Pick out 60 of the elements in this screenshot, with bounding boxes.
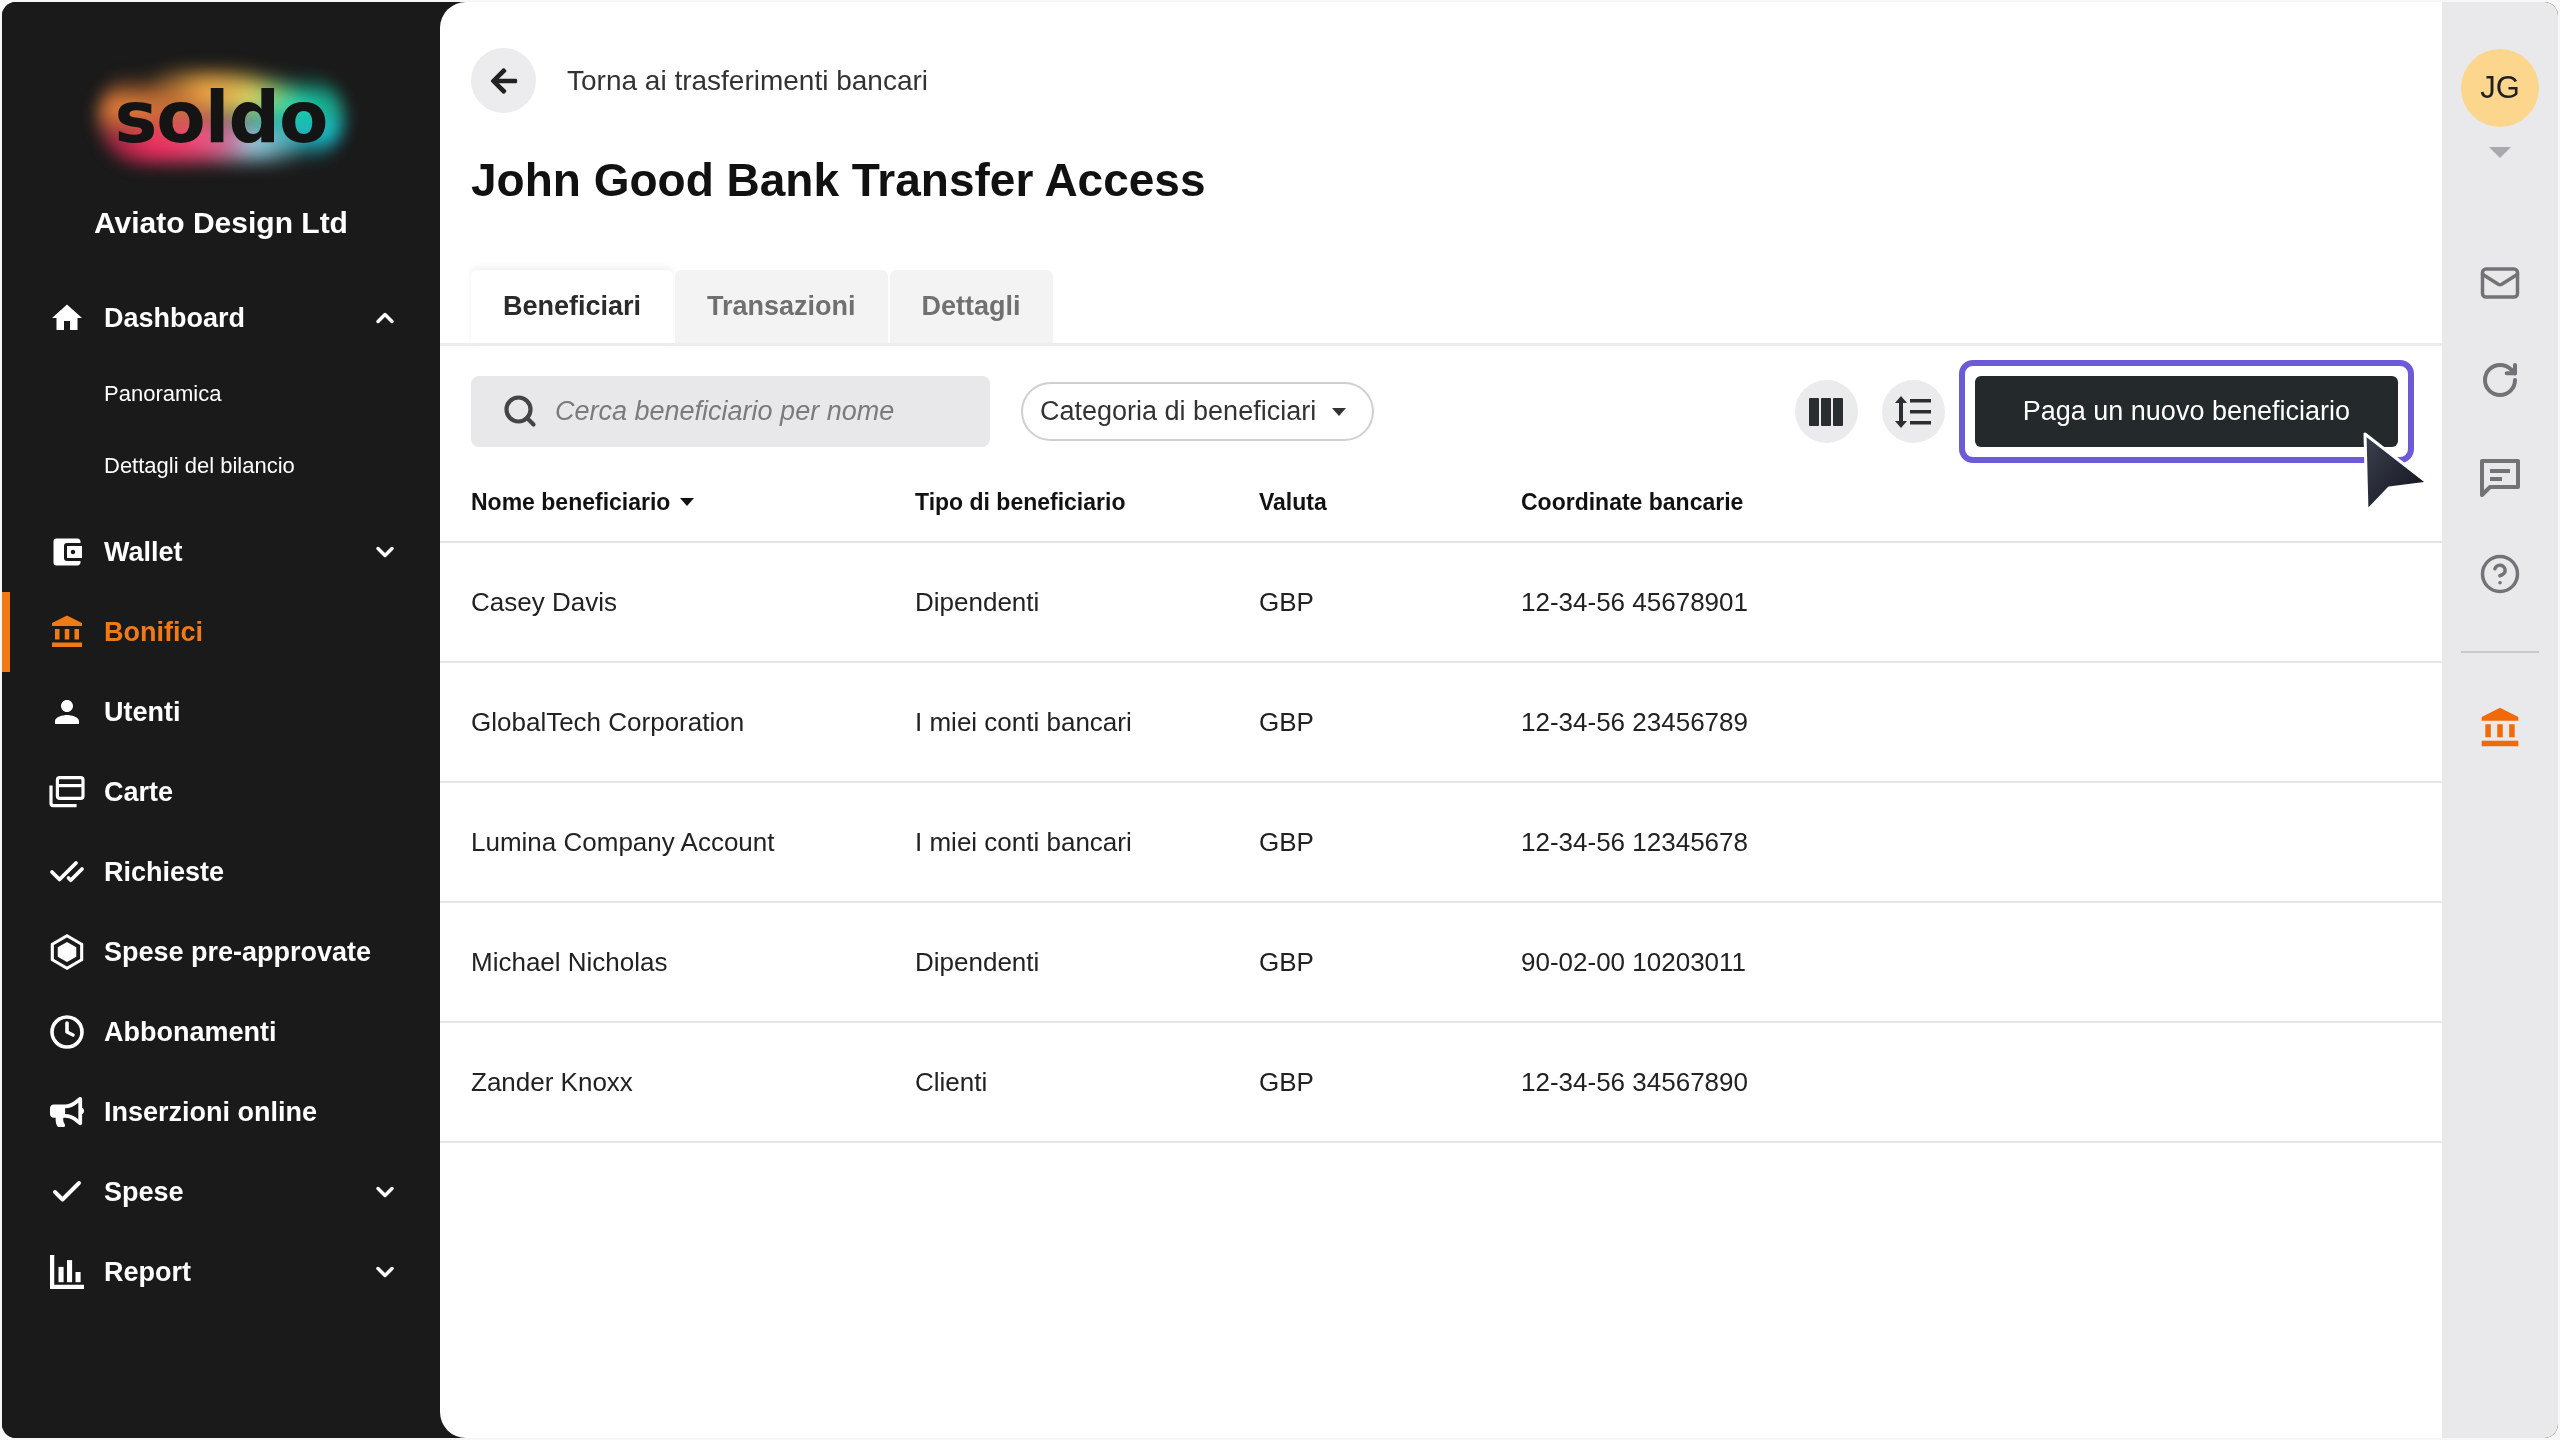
sidebar-item[interactable]: Report xyxy=(2,1232,440,1312)
table-cell: 12-34-56 34567890 xyxy=(1521,1066,1748,1098)
table-cell: GBP xyxy=(1259,1066,1314,1098)
clock-icon xyxy=(49,1013,85,1051)
megaphone-icon xyxy=(50,1095,84,1129)
sidebar-item[interactable]: Utenti xyxy=(2,672,440,752)
help-icon[interactable] xyxy=(2479,553,2521,595)
table-cell: Clienti xyxy=(915,1066,988,1098)
tab[interactable]: Dettagli xyxy=(889,270,1053,343)
caret-icon xyxy=(1332,407,1347,416)
table-cell: GBP xyxy=(1259,826,1314,858)
sidebar-item[interactable]: Dashboard xyxy=(2,278,440,358)
column-header[interactable]: Coordinate bancarie xyxy=(1521,488,1744,516)
category-dropdown[interactable]: Categoria di beneficiari xyxy=(1021,382,1375,441)
company-name: Aviato Design Ltd xyxy=(94,206,348,240)
sidebar-subitem[interactable]: Panoramica xyxy=(2,358,440,430)
bar-chart-icon xyxy=(50,1255,84,1289)
page-title: John Good Bank Transfer Access xyxy=(471,153,1207,208)
table-cell: Lumina Company Account xyxy=(471,826,775,858)
column-header[interactable]: Nome beneficiario xyxy=(471,488,695,516)
table-cell: Zander Knoxx xyxy=(471,1066,633,1098)
table-cell: Dipendenti xyxy=(915,946,1040,978)
search-icon xyxy=(502,393,538,429)
table-cell: GBP xyxy=(1259,706,1314,738)
table-cell: Casey Davis xyxy=(471,586,617,618)
chat-icon[interactable] xyxy=(2480,457,2520,497)
search-field[interactable]: Cerca beneficiario per nome xyxy=(471,376,990,447)
table-cell: 12-34-56 23456789 xyxy=(1521,706,1748,738)
refresh-icon[interactable] xyxy=(2480,360,2520,400)
line-spacing-icon xyxy=(1895,395,1932,428)
sidebar-subitem[interactable]: Dettagli del bilancio xyxy=(2,430,440,502)
pay-new-beneficiary-button[interactable]: Paga un nuovo beneficiario xyxy=(1974,376,2398,447)
sidebar-item[interactable]: Inserzioni online xyxy=(2,1072,440,1152)
sidebar-item[interactable]: Abbonamenti xyxy=(2,992,440,1072)
sort-caret-icon xyxy=(680,498,695,506)
user-avatar[interactable]: JG xyxy=(2461,49,2539,127)
column-header[interactable]: Valuta xyxy=(1259,488,1327,516)
table-cell: I miei conti bancari xyxy=(915,826,1132,858)
table-cell: GBP xyxy=(1259,946,1314,978)
table-cell: 12-34-56 45678901 xyxy=(1521,586,1748,618)
arrow-left-icon xyxy=(488,65,519,96)
table-cell: Dipendenti xyxy=(915,586,1040,618)
column-header[interactable]: Tipo di beneficiario xyxy=(915,488,1126,516)
sidebar-item[interactable]: Wallet xyxy=(2,512,440,592)
tab[interactable]: Transazioni xyxy=(675,270,888,343)
table-cell: I miei conti bancari xyxy=(915,706,1132,738)
sidebar-item[interactable]: Spese pre-approvate xyxy=(2,912,440,992)
sidebar-item[interactable]: Spese xyxy=(2,1152,440,1232)
back-link[interactable]: Torna ai trasferimenti bancari xyxy=(567,64,929,97)
hexagon-icon xyxy=(50,934,84,970)
cards-icon xyxy=(49,776,85,808)
sidebar-item[interactable]: Richieste xyxy=(2,832,440,912)
table-cell: GBP xyxy=(1259,586,1314,618)
table-cell: Michael Nicholas xyxy=(471,946,668,978)
sidebar-item[interactable]: Carte xyxy=(2,752,440,832)
table-cell: 90-02-00 10203011 xyxy=(1521,946,1747,978)
table-cell: GlobalTech Corporation xyxy=(471,706,745,738)
tab[interactable]: Beneficiari xyxy=(471,270,674,343)
table-cell: 12-34-56 12345678 xyxy=(1521,826,1748,858)
columns-icon xyxy=(1809,397,1844,426)
